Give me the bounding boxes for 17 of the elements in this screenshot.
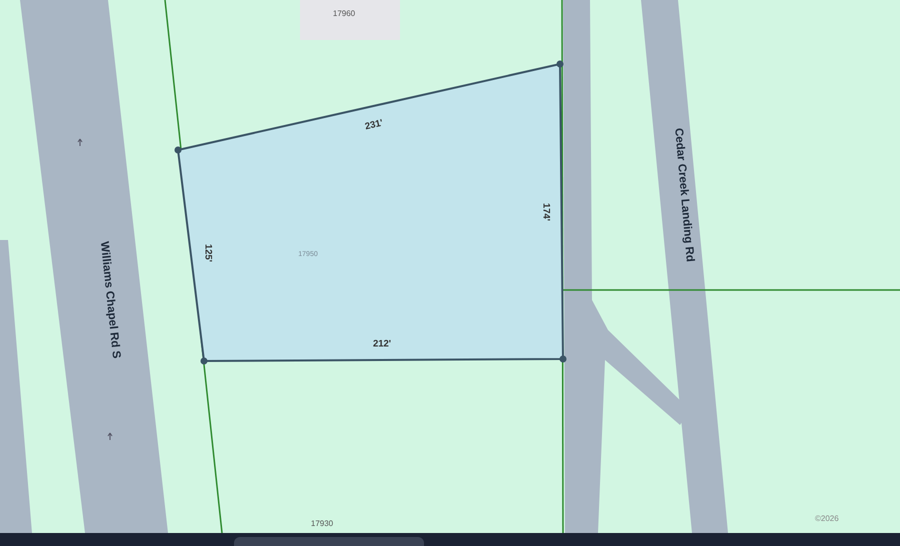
dimension-label: 125' — [202, 244, 214, 262]
vertex-handle[interactable] — [556, 60, 564, 68]
vertex-handle[interactable] — [560, 356, 566, 362]
dimension-label: 231' — [364, 118, 384, 132]
street-name: Williams Chapel Rd S — [98, 240, 122, 360]
street-name: Cedar Creek Landing Rd — [672, 128, 696, 262]
vertex-handle[interactable] — [200, 358, 208, 364]
dimension-label: 174' — [540, 202, 552, 222]
map-attribution: ©2026 — [815, 514, 839, 523]
arrow-icon — [78, 138, 82, 146]
parcel-outline[interactable] — [176, 62, 564, 362]
dimension-label: 212' — [372, 338, 392, 350]
lot-number: 17960 — [332, 9, 356, 18]
arrow-icon — [108, 432, 112, 440]
search-field[interactable] — [234, 537, 424, 546]
lot-number: 17930 — [310, 519, 334, 528]
vertex-handle[interactable] — [174, 146, 182, 154]
